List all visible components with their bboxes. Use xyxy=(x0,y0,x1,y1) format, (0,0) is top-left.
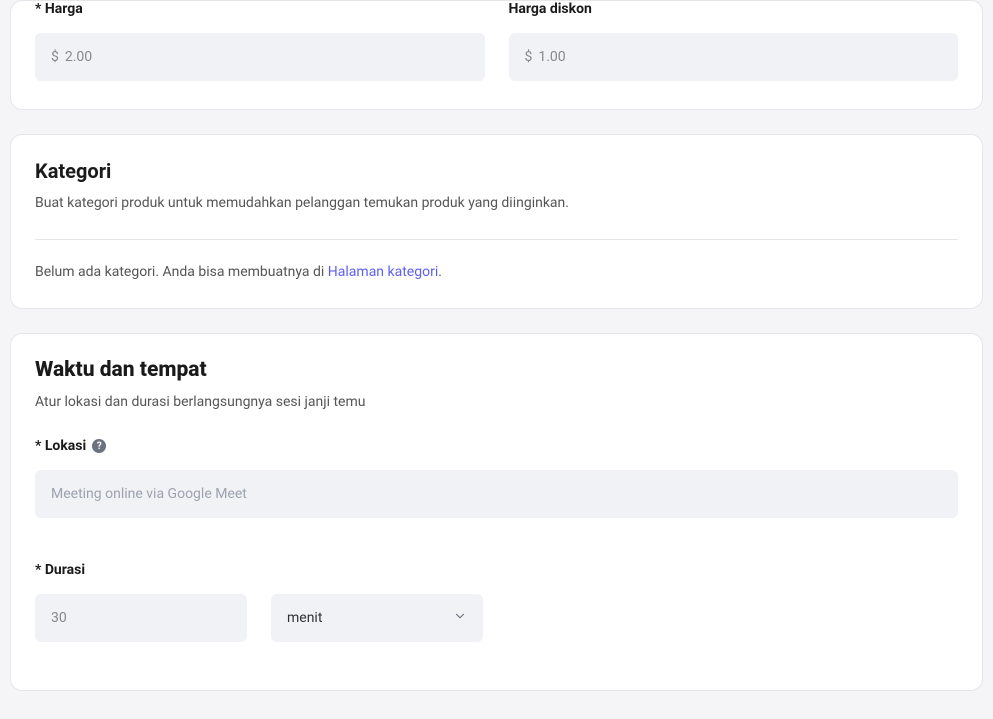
discount-label: Harga diskon xyxy=(509,1,959,17)
price-col: * Harga $ xyxy=(35,1,485,81)
duration-select-col: menit xyxy=(271,594,483,642)
price-input-wrap[interactable]: $ xyxy=(35,33,485,81)
duration-unit-select[interactable]: menit xyxy=(271,594,483,642)
discount-currency: $ xyxy=(525,49,533,65)
discount-input[interactable] xyxy=(538,49,942,65)
discount-input-wrap[interactable]: $ xyxy=(509,33,959,81)
category-empty-prefix: Belum ada kategori. Anda bisa membuatnya… xyxy=(35,264,328,280)
location-input-wrap[interactable] xyxy=(35,470,958,518)
category-divider xyxy=(35,239,958,240)
category-card: Kategori Buat kategori produk untuk memu… xyxy=(10,134,983,309)
duration-section: * Durasi menit xyxy=(35,562,958,642)
pricing-row: * Harga $ Harga diskon $ xyxy=(35,1,958,81)
timeplace-description: Atur lokasi dan durasi berlangsungnya se… xyxy=(35,394,958,410)
duration-input[interactable] xyxy=(51,610,231,626)
duration-label: * Durasi xyxy=(35,562,958,578)
duration-row: menit xyxy=(35,594,958,642)
discount-col: Harga diskon $ xyxy=(509,1,959,81)
category-empty-text: Belum ada kategori. Anda bisa membuatnya… xyxy=(35,264,958,280)
location-input[interactable] xyxy=(51,486,942,502)
pricing-card: * Harga $ Harga diskon $ xyxy=(10,0,983,110)
location-label-text: * Lokasi xyxy=(35,438,86,454)
timeplace-title: Waktu dan tempat xyxy=(35,358,958,382)
timeplace-card: Waktu dan tempat Atur lokasi dan durasi … xyxy=(10,333,983,691)
category-empty-suffix: . xyxy=(438,264,442,280)
category-page-link[interactable]: Halaman kategori xyxy=(328,264,438,280)
help-icon[interactable]: ? xyxy=(92,439,106,453)
location-section: * Lokasi ? xyxy=(35,438,958,518)
location-label: * Lokasi ? xyxy=(35,438,958,454)
category-title: Kategori xyxy=(35,159,958,183)
chevron-down-icon xyxy=(453,609,467,627)
price-input[interactable] xyxy=(65,49,469,65)
price-currency: $ xyxy=(51,49,59,65)
duration-input-wrap[interactable] xyxy=(35,594,247,642)
category-description: Buat kategori produk untuk memudahkan pe… xyxy=(35,195,958,211)
price-label: * Harga xyxy=(35,1,485,17)
duration-input-col xyxy=(35,594,247,642)
duration-unit-text: menit xyxy=(287,610,453,626)
